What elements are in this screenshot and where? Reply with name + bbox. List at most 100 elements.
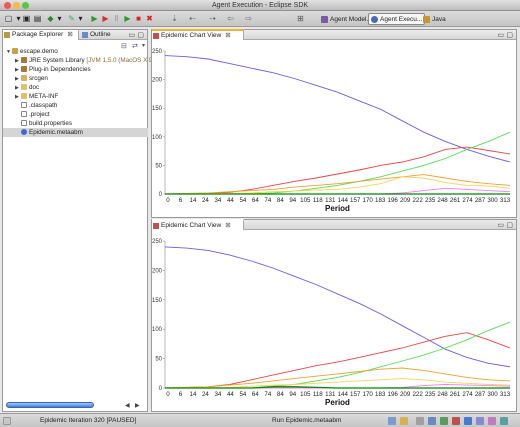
open-perspective-icon[interactable]: ⊞ — [296, 14, 305, 23]
graph-icon[interactable] — [488, 417, 496, 425]
agent-model-icon — [321, 16, 328, 23]
play-icon[interactable]: ▶ — [123, 14, 132, 23]
close-tab-icon[interactable]: ⊠ — [67, 31, 72, 38]
project-icon — [12, 48, 18, 54]
series-line — [164, 378, 511, 389]
x-tick-label: 157 — [350, 391, 361, 398]
scroll-left-icon[interactable]: ◀ — [125, 402, 130, 409]
search-icon[interactable] — [416, 417, 424, 425]
minimize-icon[interactable]: ▭ — [497, 31, 504, 39]
save-icon[interactable]: ▣ — [22, 14, 31, 23]
x-tick-label: 105 — [300, 197, 311, 204]
x-tick-label: 34 — [214, 197, 221, 204]
package-explorer-pane: Package Explorer ⊠ Outline ▭ ▢ ⊟ ⇄ ▾ ▼ esc… — [2, 29, 162, 412]
x-tick-label: 274 — [462, 197, 473, 204]
x-tick-label: 131 — [325, 391, 336, 398]
tree-item-escape-demo[interactable]: ▼ escape.demo — [6, 47, 58, 56]
history-forward-icon[interactable]: ⇨ — [244, 14, 253, 23]
tree-item-jre-library[interactable]: ▶ JRE System Library [JVM 1.5.0 (MacOS X … — [15, 56, 162, 65]
x-tick-label: 209 — [400, 391, 411, 398]
x-tick-label: 261 — [450, 197, 461, 204]
y-tick-label: 250 — [152, 49, 163, 55]
series-line — [164, 246, 511, 368]
maximize-icon[interactable]: ▢ — [506, 221, 513, 229]
tree-item-srcgen[interactable]: ▶ srcgen — [15, 74, 48, 83]
tree-item-meta-inf[interactable]: ▶ META-INF — [15, 92, 58, 101]
perspective-agent-execution[interactable]: Agent Execu... — [368, 13, 426, 25]
maximize-icon[interactable]: ▢ — [137, 31, 144, 39]
minimize-icon[interactable]: ▭ — [128, 31, 135, 39]
zoom-window-icon[interactable] — [22, 2, 29, 9]
x-tick-label: 64 — [252, 197, 259, 204]
series-line — [165, 386, 510, 389]
outline-icon[interactable] — [476, 417, 484, 425]
y-tick-label: 150 — [152, 106, 163, 112]
tree-item-doc[interactable]: ▶ doc — [15, 83, 39, 92]
perspective-java[interactable]: Java — [420, 13, 449, 25]
tree-item-project[interactable]: .project — [15, 110, 50, 119]
agent-icon[interactable] — [428, 417, 436, 425]
tab-epidemic-chart-view[interactable]: Epidemic Chart View ⊠ — [152, 219, 244, 230]
chevron-down-icon[interactable]: ▾ — [55, 14, 64, 23]
x-tick-label: 24 — [202, 391, 209, 398]
pause-icon[interactable]: Ⅱ — [112, 14, 121, 23]
close-icon[interactable]: ✖ — [145, 14, 154, 23]
horizontal-scrollbar[interactable] — [6, 402, 94, 408]
close-tab-icon[interactable]: ⊠ — [225, 222, 230, 229]
link-editor-icon[interactable]: ⇄ — [132, 42, 138, 50]
x-tick-label: 170 — [363, 197, 374, 204]
x-tick-label: 44 — [227, 391, 234, 398]
nav-icon[interactable]: ⇣ — [170, 14, 179, 23]
properties-icon[interactable] — [464, 417, 472, 425]
y-tick-label: 200 — [152, 78, 163, 84]
step-icon[interactable]: ✎ — [67, 14, 76, 23]
file-icon — [21, 120, 27, 126]
x-tick-label: 0 — [166, 391, 170, 398]
task-icon[interactable] — [400, 417, 408, 425]
run-step-icon[interactable]: ▶ — [101, 14, 110, 23]
folder-icon — [21, 84, 27, 90]
x-tick-label: 183 — [375, 391, 386, 398]
minimize-icon[interactable]: ▭ — [497, 221, 504, 229]
new-file-icon[interactable]: ▢ — [4, 14, 13, 23]
print-icon[interactable]: ▤ — [33, 14, 42, 23]
new-wizard-icon[interactable]: ◆ — [46, 14, 55, 23]
scroll-right-icon[interactable]: ▶ — [135, 402, 140, 409]
x-axis-label: Period — [325, 398, 350, 407]
minimize-window-icon[interactable] — [13, 2, 20, 9]
tab-outline[interactable]: Outline — [81, 30, 111, 40]
tree-item-classpath[interactable]: .classpath — [15, 101, 57, 110]
x-tick-label: 74 — [264, 391, 271, 398]
x-tick-label: 261 — [450, 391, 461, 398]
history-icon[interactable]: ⇦ — [226, 14, 235, 23]
java-icon — [423, 16, 430, 23]
view-menu-icon[interactable]: ▾ — [142, 42, 145, 49]
tree-item-plugin-deps[interactable]: ▶ Plug-in Dependencies — [15, 65, 91, 74]
x-tick-label: 34 — [214, 391, 221, 398]
status-run: Run Epidemic.metaabm — [272, 417, 342, 424]
chevron-down-icon[interactable]: ▾ — [76, 14, 85, 23]
back-icon[interactable]: ⇠ — [188, 14, 197, 23]
file-icon — [21, 102, 27, 108]
tab-epidemic-chart-view[interactable]: Epidemic Chart View ⊠ — [152, 29, 244, 40]
close-tab-icon[interactable]: ⊠ — [225, 32, 230, 39]
forward-icon[interactable]: ⇢ — [208, 14, 217, 23]
tab-package-explorer[interactable]: Package Explorer ⊠ — [3, 30, 79, 40]
param-icon[interactable] — [440, 417, 448, 425]
collapse-all-icon[interactable]: ⊟ — [121, 42, 127, 50]
chart-icon[interactable] — [452, 417, 460, 425]
run-icon[interactable]: ▶ — [90, 14, 99, 23]
maximize-icon[interactable]: ▢ — [506, 31, 513, 39]
y-tick-label: 50 — [155, 357, 162, 363]
map-icon[interactable] — [500, 417, 508, 425]
chart-icon — [153, 33, 159, 39]
x-tick-label: 222 — [412, 197, 423, 204]
console-icon[interactable] — [388, 417, 396, 425]
perspective-agent-model[interactable]: Agent Model... — [318, 13, 375, 25]
stop-icon[interactable]: ■ — [134, 14, 143, 23]
tree-item-build-properties[interactable]: build.properties — [15, 119, 72, 128]
close-window-icon[interactable] — [4, 2, 11, 9]
series-line — [165, 321, 511, 389]
fast-view-icon[interactable] — [3, 417, 11, 425]
tree-item-epidemic-metaabm[interactable]: Epidemic.metaabm — [3, 128, 148, 137]
